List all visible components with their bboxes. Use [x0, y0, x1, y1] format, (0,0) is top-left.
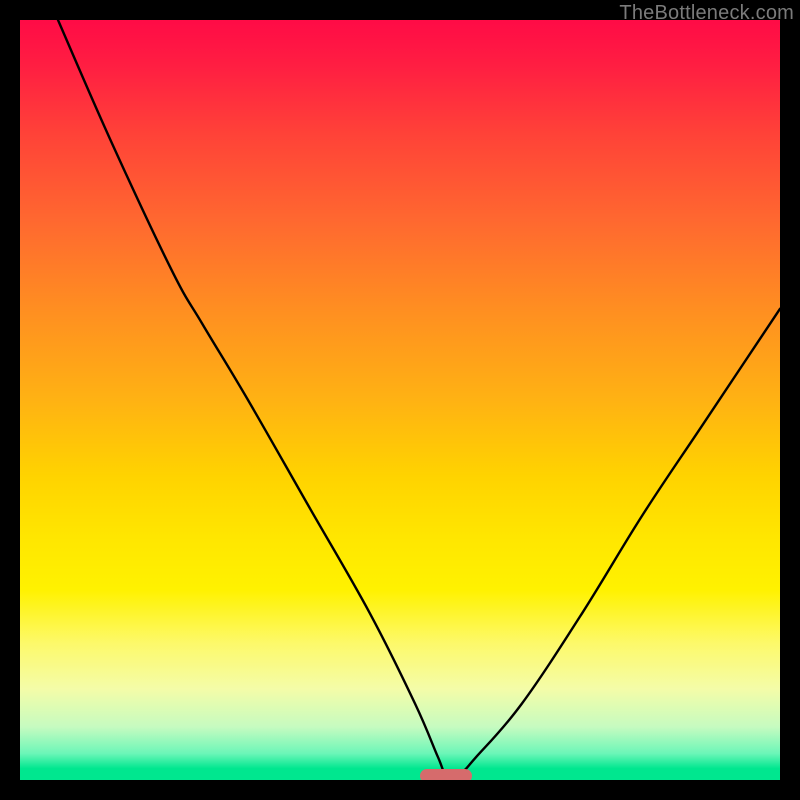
watermark-text: TheBottleneck.com: [619, 2, 794, 25]
plot-area: [20, 20, 780, 780]
optimum-marker: [420, 769, 472, 780]
chart-frame: TheBottleneck.com: [0, 0, 800, 800]
bottleneck-curve: [20, 20, 780, 780]
